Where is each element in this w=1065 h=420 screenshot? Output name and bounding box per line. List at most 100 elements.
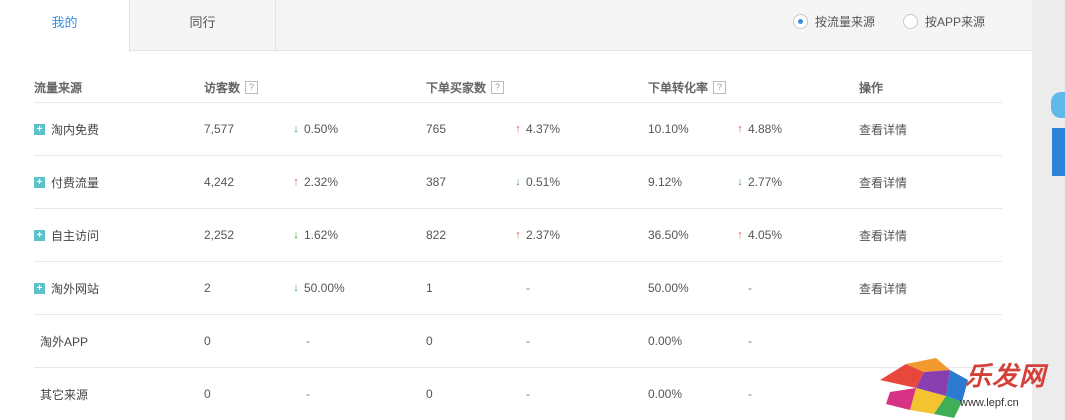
floating-bubble-icon[interactable] <box>1051 92 1065 118</box>
table-body: + 淘内免费 7,577 ↓ 0.50% 765 ↑ 4.37% 10.10% ↑ 4.88% 查看详… <box>34 103 1002 420</box>
source-cell: + 自主访问 <box>34 209 99 261</box>
expand-plus-icon[interactable]: + <box>34 123 45 135</box>
conversion-cell: 50.00% <box>648 262 689 314</box>
buyers-change-cell: - <box>526 315 530 367</box>
source-label: 淘内免费 <box>51 122 100 137</box>
visitors-change-cell: ↓ 50.00% <box>292 262 345 314</box>
radio-button[interactable] <box>903 14 918 29</box>
watermark-url: www.lepf.cn <box>960 397 1019 409</box>
visitors-cell: 2 <box>204 262 211 314</box>
visitors-value: 7,577 <box>204 122 235 136</box>
source-label: 付费流量 <box>51 175 100 190</box>
header-conversion-label: 下单转化率 <box>648 80 709 95</box>
header-buyers: 下单买家数 ? <box>426 72 505 102</box>
visitors-change-cell: ↓ 1.62% <box>292 209 338 261</box>
buyers-value: 822 <box>426 228 447 242</box>
header-action: 操作 <box>859 80 884 95</box>
buyers-value: 387 <box>426 175 447 189</box>
trend-up-icon: ↑ <box>515 123 521 135</box>
conversion-change-cell: ↑ 4.05% <box>736 209 782 261</box>
visitors-change-cell: ↓ 0.50% <box>292 103 338 155</box>
table-row: + 淘内免费 7,577 ↓ 0.50% 765 ↑ 4.37% 10.10% ↑ 4.88% 查看详… <box>34 103 1002 156</box>
buyers-change-cell: - <box>526 262 530 314</box>
conversion-change-value: - <box>748 387 752 401</box>
radio-label: 按流量来源 <box>815 15 876 29</box>
trend-down-icon: ↓ <box>293 229 299 241</box>
trend-down-icon: ↓ <box>515 176 521 188</box>
view-details-link[interactable]: 查看详情 <box>859 121 907 138</box>
conversion-cell: 0.00% <box>648 315 682 367</box>
trend-down-icon: ↓ <box>293 282 299 294</box>
visitors-cell: 7,577 <box>204 103 234 155</box>
header-source: 流量来源 <box>34 80 83 95</box>
action-cell: 查看详情 <box>859 156 907 208</box>
action-cell: 查看详情 <box>859 103 907 155</box>
buyers-change-cell: ↑ 4.37% <box>514 103 560 155</box>
tab-peers[interactable]: 同行 <box>130 0 276 52</box>
table-row: 淘外APP 0 - 0 - 0.00% - <box>34 315 1002 368</box>
conversion-cell: 0.00% <box>648 368 682 420</box>
buyers-change-cell: - <box>526 368 530 420</box>
visitors-value: 0 <box>204 387 211 401</box>
conversion-change-cell: - <box>748 368 752 420</box>
visitors-value: 2,252 <box>204 228 235 242</box>
header-visitors-label: 访客数 <box>204 80 241 95</box>
conversion-cell: 9.12% <box>648 156 682 208</box>
view-details-link[interactable]: 查看详情 <box>859 227 907 244</box>
tab-bar: 我的 同行 按流量来源 按APP来源 <box>0 0 1032 52</box>
source-label: 淘外APP <box>40 334 89 349</box>
tab-mine[interactable]: 我的 <box>0 0 130 52</box>
table-row: + 淘外网站 2 ↓ 50.00% 1 - 50.00% - 查看详情 <box>34 262 1002 315</box>
conversion-value: 9.12% <box>648 175 683 189</box>
view-details-link[interactable]: 查看详情 <box>859 280 907 297</box>
source-label: 其它来源 <box>40 387 89 402</box>
traffic-source-table: 流量来源 访客数 ? 下单买家数 ? 下单转化率 ? 操作 + 淘内免费 7,577… <box>34 72 1002 420</box>
buyers-change-cell: ↑ 2.37% <box>514 209 560 261</box>
conversion-value: 0.00% <box>648 387 683 401</box>
radio-button-checked[interactable] <box>793 14 808 29</box>
conversion-change-value: 4.05% <box>748 228 783 242</box>
table-row: 其它来源 0 - 0 - 0.00% - <box>34 368 1002 420</box>
help-icon[interactable]: ? <box>491 80 505 94</box>
trend-up-icon: ↑ <box>293 176 299 188</box>
conversion-value: 0.00% <box>648 334 683 348</box>
visitors-change-cell: ↑ 2.32% <box>292 156 338 208</box>
action-cell: 查看详情 <box>859 209 907 261</box>
conversion-value: 36.50% <box>648 228 689 242</box>
radio-by-app-source[interactable]: 按APP来源 <box>903 13 985 30</box>
source-cell: + 淘内免费 <box>34 103 99 155</box>
buyers-cell: 1 <box>426 262 433 314</box>
help-icon[interactable]: ? <box>713 80 727 94</box>
expand-plus-icon[interactable]: + <box>34 176 45 188</box>
source-cell: + 付费流量 <box>34 156 99 208</box>
visitors-cell: 4,242 <box>204 156 234 208</box>
source-cell: 其它来源 <box>40 368 88 420</box>
buyers-change-value: - <box>526 334 530 348</box>
expand-plus-icon[interactable]: + <box>34 229 45 241</box>
visitors-change-cell: - <box>306 315 310 367</box>
buyers-value: 0 <box>426 334 433 348</box>
expand-plus-icon[interactable]: + <box>34 282 45 294</box>
conversion-cell: 36.50% <box>648 209 689 261</box>
radio-by-traffic-source[interactable]: 按流量来源 <box>793 13 875 30</box>
trend-down-icon: ↓ <box>737 176 743 188</box>
visitors-change-value: 50.00% <box>304 281 345 295</box>
conversion-cell: 10.10% <box>648 103 689 155</box>
conversion-change-value: - <box>748 281 752 295</box>
buyers-change-value: 4.37% <box>526 122 561 136</box>
help-icon[interactable]: ? <box>245 80 259 94</box>
header-conversion: 下单转化率 ? <box>648 72 727 102</box>
conversion-change-cell: ↓ 2.77% <box>736 156 782 208</box>
view-details-link[interactable]: 查看详情 <box>859 174 907 191</box>
buyers-value: 765 <box>426 122 447 136</box>
trend-up-icon: ↑ <box>737 123 743 135</box>
visitors-value: 0 <box>204 334 211 348</box>
header-visitors: 访客数 ? <box>204 72 259 102</box>
conversion-change-value: 4.88% <box>748 122 783 136</box>
buyers-value: 1 <box>426 281 433 295</box>
trend-up-icon: ↑ <box>515 229 521 241</box>
visitors-value: 2 <box>204 281 211 295</box>
visitors-change-value: 2.32% <box>304 175 339 189</box>
floating-side-button[interactable] <box>1052 128 1065 176</box>
visitors-cell: 0 <box>204 315 211 367</box>
